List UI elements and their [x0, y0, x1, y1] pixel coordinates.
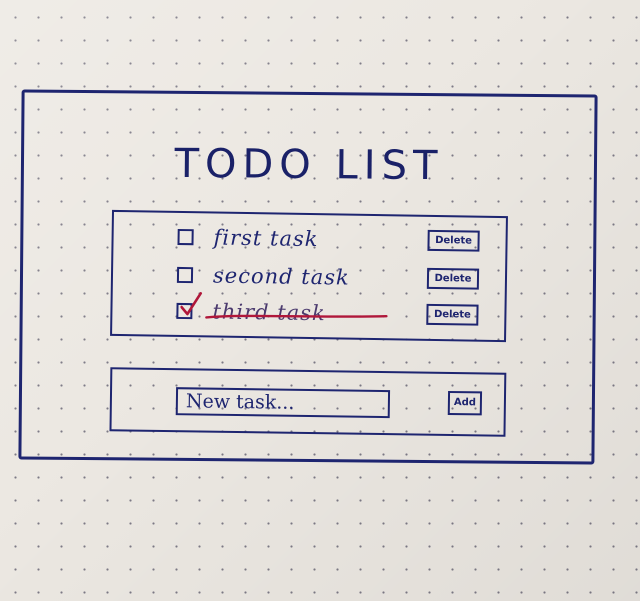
- add-task-panel: Add: [109, 367, 507, 437]
- delete-button[interactable]: Delete: [426, 303, 479, 326]
- page-title: TODO LIST: [174, 140, 444, 190]
- list-item: first task Delete: [113, 224, 505, 258]
- task-checkbox[interactable]: [176, 266, 194, 284]
- task-label: first task: [213, 225, 319, 252]
- task-checkbox[interactable]: [176, 292, 203, 320]
- delete-button[interactable]: Delete: [427, 229, 480, 252]
- task-list: first task Delete second task Delete thi…: [110, 209, 508, 343]
- checkmark-icon: [180, 292, 203, 316]
- delete-button[interactable]: Delete: [426, 267, 480, 290]
- app-window: TODO LIST first task Delete second task …: [18, 89, 598, 465]
- new-task-input[interactable]: [175, 387, 391, 419]
- task-checkbox[interactable]: [177, 228, 194, 246]
- add-button[interactable]: Add: [447, 390, 483, 416]
- task-label: second task: [212, 263, 350, 290]
- list-item: third task Delete: [112, 292, 504, 332]
- list-item: second task Delete: [113, 262, 505, 296]
